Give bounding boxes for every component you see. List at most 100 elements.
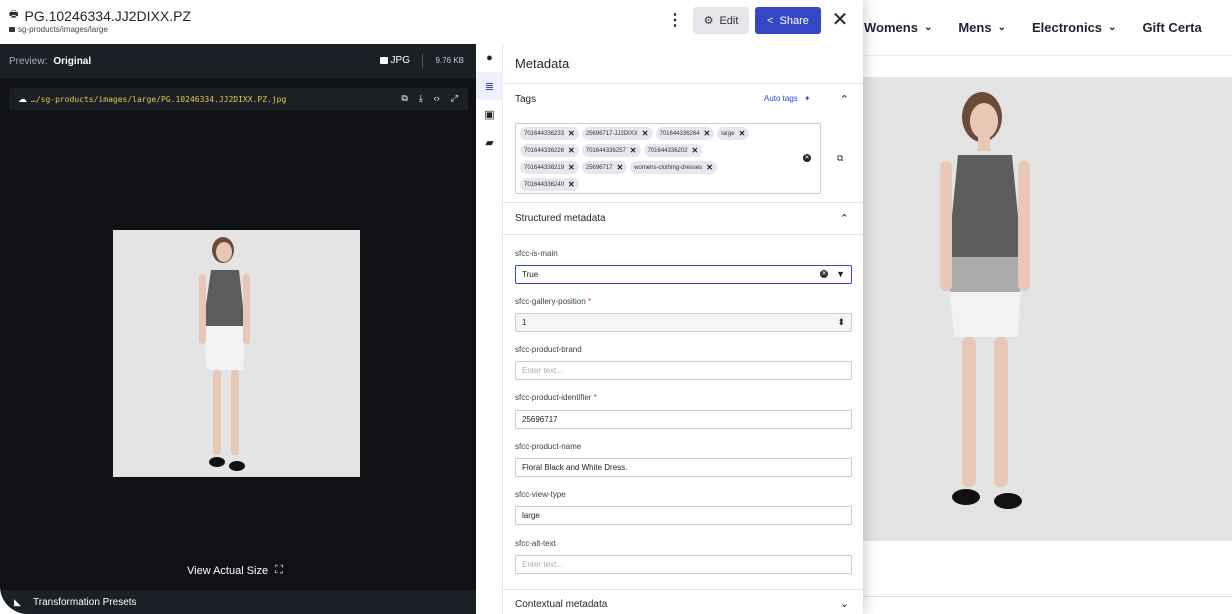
tag-chip: 701644336202 ✕ bbox=[643, 144, 703, 157]
format-badge: JPG bbox=[379, 55, 410, 66]
is-main-value: True bbox=[522, 270, 539, 279]
remove-tag-icon[interactable]: ✕ bbox=[706, 163, 713, 172]
asset-header: 🖶 PG.10246334.JJ2DIXX.PZ sg-products/ima… bbox=[0, 0, 863, 44]
close-icon[interactable]: ✕ bbox=[829, 8, 851, 32]
tag-chip: womens-clothing-dresses ✕ bbox=[630, 161, 717, 174]
required-mark: * bbox=[593, 393, 597, 402]
view-type-input[interactable]: large bbox=[515, 506, 852, 525]
image-icon bbox=[379, 57, 388, 64]
edit-button[interactable]: ⚙ Edit bbox=[693, 7, 749, 34]
metadata-icon[interactable]: ≣ bbox=[476, 72, 503, 100]
share-icon: < bbox=[767, 14, 774, 27]
tags-input[interactable]: 701644336233 ✕ 25696717-JJ2DIXX ✕ 70164433… bbox=[515, 123, 821, 194]
clear-icon[interactable]: ✕ bbox=[820, 270, 829, 278]
view-actual-size-button[interactable]: View Actual Size ⛶ bbox=[187, 564, 283, 577]
share-button[interactable]: < Share bbox=[755, 7, 821, 34]
tag-label: 701644336257 bbox=[585, 147, 626, 154]
divider bbox=[503, 234, 863, 235]
nav-electronics[interactable]: Electronics ⌄ bbox=[1032, 20, 1116, 35]
url-bar: ☁ …/sg-products/images/large/PG.10246334… bbox=[9, 88, 468, 110]
asset-path: sg-products/images/large bbox=[9, 25, 108, 34]
chevron-up-icon[interactable]: ⌃ bbox=[840, 212, 849, 225]
tag-chip: 701644336233 ✕ bbox=[520, 127, 579, 140]
asset-url[interactable]: …/sg-products/images/large/PG.10246334.J… bbox=[31, 95, 286, 104]
tag-label: 25696717 bbox=[585, 164, 613, 171]
field-label-product-brand: sfcc-product-brand bbox=[515, 345, 582, 354]
clear-tags-icon[interactable]: ✕ bbox=[803, 154, 811, 162]
tag-chip: 701644336226 ✕ bbox=[520, 144, 579, 157]
chevron-down-icon[interactable]: ⌄ bbox=[840, 597, 849, 610]
gallery-position-value: 1 bbox=[522, 318, 527, 327]
open-external-icon[interactable]: ⧉ bbox=[401, 93, 407, 104]
more-options-icon[interactable]: ⋮ bbox=[667, 10, 683, 32]
field-label-text: sfcc-product-identifier bbox=[515, 393, 592, 402]
nav-label: Mens bbox=[958, 20, 992, 35]
tag-chip: 701644336219 ✕ bbox=[520, 161, 579, 174]
product-brand-input[interactable]: Enter text... bbox=[515, 361, 852, 380]
required-mark: * bbox=[587, 297, 592, 306]
print-icon: 🖶 bbox=[9, 9, 19, 20]
product-identifier-input[interactable]: 25696717 bbox=[515, 410, 852, 429]
image-analysis-icon[interactable]: ▣ bbox=[476, 100, 503, 128]
edit-label: Edit bbox=[719, 14, 739, 27]
remove-tag-icon[interactable]: ✕ bbox=[704, 129, 711, 138]
chevron-down-icon: ⌄ bbox=[923, 22, 933, 33]
remove-tag-icon[interactable]: ✕ bbox=[630, 146, 637, 155]
remove-tag-icon[interactable]: ✕ bbox=[642, 129, 649, 138]
remove-tag-icon[interactable]: ✕ bbox=[692, 146, 699, 155]
dress-model-image bbox=[862, 77, 1232, 541]
side-icon-rail: ● ≣ ▣ ▰ bbox=[476, 44, 503, 614]
expand-icon[interactable]: ⤢ bbox=[451, 93, 458, 104]
remove-tag-icon[interactable]: ✕ bbox=[739, 129, 746, 138]
tag-label: 701644336240 bbox=[524, 181, 565, 188]
auto-tags-button[interactable]: Auto tags ✦ bbox=[764, 94, 811, 103]
nav-label: Womens bbox=[864, 20, 918, 35]
tag-label: 701644336226 bbox=[524, 147, 565, 154]
download-icon[interactable]: ⤓ bbox=[419, 93, 423, 104]
remove-tag-icon[interactable]: ✕ bbox=[568, 129, 575, 138]
tag-label: womens-clothing-dresses bbox=[634, 164, 703, 171]
gallery-position-stepper[interactable]: 1 ⬍ bbox=[515, 313, 852, 332]
divider bbox=[503, 202, 863, 203]
dress-model-image bbox=[113, 230, 360, 477]
store-nav: Womens ⌄ Mens ⌄ Electronics ⌄ Gift Certa bbox=[862, 0, 1232, 56]
nav-mens[interactable]: Mens ⌄ bbox=[958, 20, 1006, 35]
nav-womens[interactable]: Womens ⌄ bbox=[864, 20, 932, 35]
remove-tag-icon[interactable]: ✕ bbox=[616, 163, 623, 172]
product-photo-large bbox=[862, 77, 1232, 541]
nav-gift-certificates[interactable]: Gift Certa bbox=[1142, 20, 1201, 35]
caret-down-icon[interactable]: ▼ bbox=[836, 269, 845, 279]
tag-label: 701644336264 bbox=[659, 130, 700, 137]
product-name-input[interactable]: Floral Black and White Dress. bbox=[515, 458, 852, 477]
divider bbox=[503, 83, 863, 84]
preview-pane: Preview: Original JPG 9.76 KB ☁ …/sg-pro… bbox=[0, 44, 476, 614]
field-label-is-main: sfcc-is-main bbox=[515, 249, 558, 258]
alt-text-input[interactable]: Enter text... bbox=[515, 555, 852, 574]
field-label-text: sfcc-gallery-position bbox=[515, 297, 586, 306]
chevron-up-icon[interactable]: ⌃ bbox=[840, 93, 849, 106]
nav-label: Gift Certa bbox=[1142, 20, 1202, 35]
is-main-select[interactable]: True ✕ ▼ bbox=[515, 265, 852, 284]
remove-tag-icon[interactable]: ✕ bbox=[568, 146, 575, 155]
tag-label: 25696717-JJ2DIXX bbox=[585, 130, 638, 137]
file-size: 9.76 KB bbox=[435, 56, 464, 65]
tag-chip: 701644336257 ✕ bbox=[581, 144, 641, 157]
remove-tag-icon[interactable]: ✕ bbox=[568, 180, 575, 189]
edit-icon: ⚙ bbox=[703, 15, 714, 27]
divider bbox=[862, 596, 1232, 597]
embed-code-icon[interactable]: ‹› bbox=[434, 93, 440, 104]
preview-image bbox=[113, 230, 360, 477]
divider bbox=[422, 54, 423, 68]
field-label-gallery-position: sfcc-gallery-position * bbox=[515, 297, 591, 306]
divider bbox=[503, 589, 863, 590]
field-label-product-name: sfcc-product-name bbox=[515, 442, 582, 451]
preview-label: Preview: bbox=[9, 55, 48, 67]
transformation-presets-bar[interactable]: ◣ Transformation Presets bbox=[0, 590, 476, 614]
comments-icon[interactable]: ▰ bbox=[476, 128, 503, 156]
info-icon[interactable]: ● bbox=[476, 44, 503, 72]
preview-mode[interactable]: Original bbox=[53, 56, 91, 67]
remove-tag-icon[interactable]: ✕ bbox=[568, 163, 575, 172]
asset-panel: 🖶 PG.10246334.JJ2DIXX.PZ sg-products/ima… bbox=[0, 0, 863, 614]
stepper-arrows-icon[interactable]: ⬍ bbox=[837, 317, 845, 328]
copy-icon[interactable]: ⧉ bbox=[837, 153, 843, 164]
